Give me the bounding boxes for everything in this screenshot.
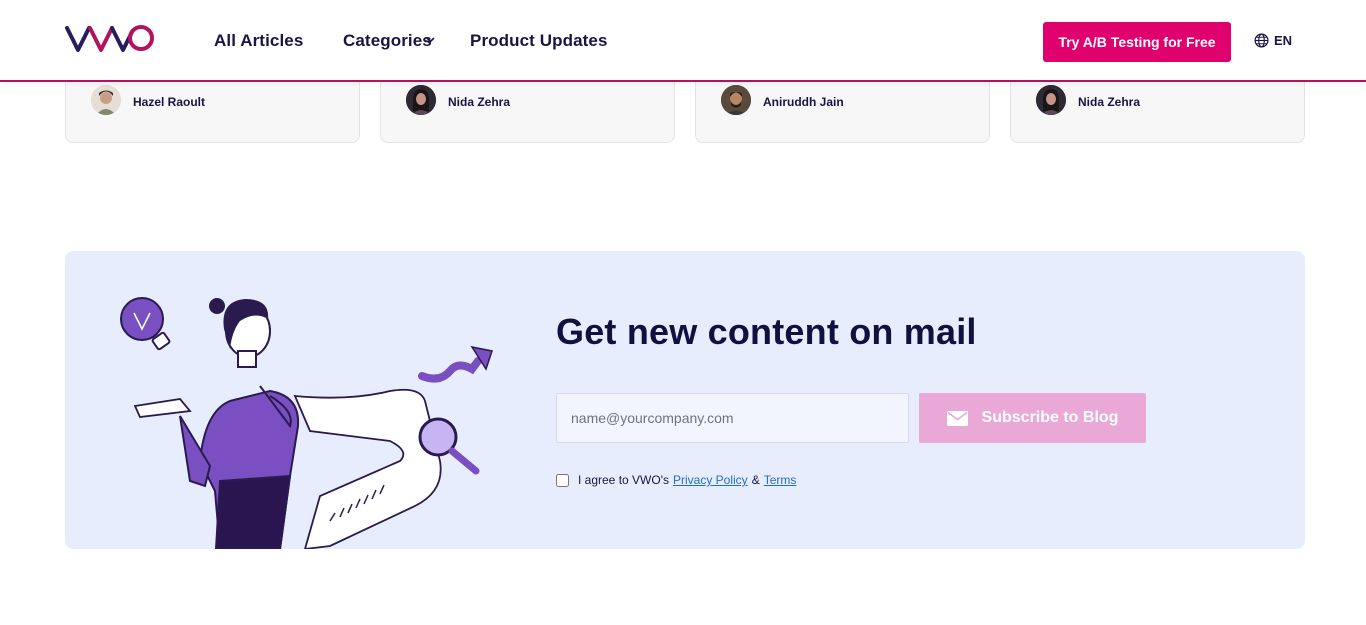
- subscribe-button-label: Subscribe to Blog: [981, 409, 1119, 426]
- consent-text: I agree to VWO's: [578, 473, 669, 487]
- newsletter-title: Get new content on mail: [556, 311, 977, 352]
- language-label: EN: [1274, 33, 1293, 48]
- site-header: All Articles Categories Product Updates …: [0, 0, 1366, 82]
- author-name: Nida Zehra: [1078, 95, 1141, 109]
- language-selector[interactable]: EN: [1254, 33, 1292, 48]
- author-avatar: [721, 85, 751, 115]
- mail-icon: [946, 410, 968, 426]
- chevron-down-icon[interactable]: [426, 37, 435, 43]
- terms-link[interactable]: Terms: [764, 473, 797, 487]
- author-avatar: [1036, 85, 1066, 115]
- nav-product-updates[interactable]: Product Updates: [470, 31, 608, 51]
- vwo-logo[interactable]: [65, 22, 157, 56]
- woman-with-lightbulb-illustration: [120, 297, 493, 549]
- author-name: Nida Zehra: [448, 95, 511, 109]
- privacy-policy-link[interactable]: Privacy Policy: [673, 473, 748, 487]
- consent-checkbox[interactable]: [556, 473, 569, 487]
- author-avatar: [91, 85, 121, 115]
- nav-categories[interactable]: Categories: [343, 31, 432, 51]
- author-avatar: [406, 85, 436, 115]
- subscribe-button[interactable]: Subscribe to Blog: [919, 393, 1146, 443]
- author-name: Aniruddh Jain: [763, 95, 844, 109]
- email-input[interactable]: [556, 393, 909, 443]
- consent-and-text: &: [751, 473, 760, 487]
- author-name: Hazel Raoult: [133, 95, 206, 109]
- newsletter-panel: Get new content on mail Subscribe to Blo…: [65, 251, 1305, 549]
- consent-row: I agree to VWO's Privacy Policy & Terms: [556, 473, 800, 487]
- try-ab-testing-button[interactable]: Try A/B Testing for Free: [1043, 22, 1231, 62]
- nav-all-articles[interactable]: All Articles: [214, 31, 303, 51]
- globe-icon: [1254, 33, 1269, 48]
